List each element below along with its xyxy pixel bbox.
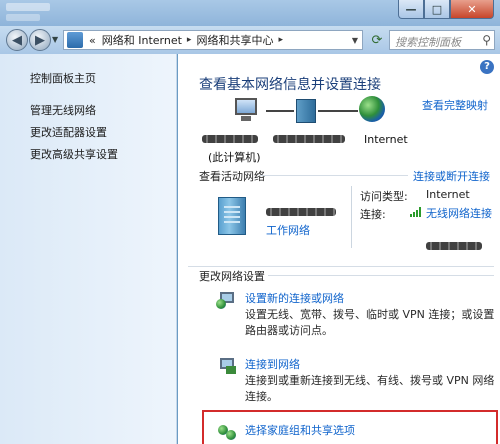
network-name-redacted [266,206,336,219]
address-dropdown-icon[interactable]: ▼ [352,36,358,45]
computer-name-redacted [202,133,258,146]
connection-line [318,110,358,112]
control-panel-icon [67,32,83,48]
back-button[interactable]: ◀ [6,29,28,51]
breadcrumb-separator-icon[interactable]: ▸ [187,35,192,45]
close-button[interactable]: ✕ [450,0,494,19]
vertical-divider [351,186,352,248]
help-icon[interactable]: ? [480,60,494,74]
wireless-connection-link[interactable]: 无线网络连接 [426,206,496,222]
sidebar-item-control-panel-home[interactable]: 控制面板主页 [30,70,96,86]
access-type-value: Internet [426,188,470,201]
breadcrumb-network-sharing-center[interactable]: 网络和共享中心 [196,32,273,48]
divider [260,175,408,176]
connect-network-desc: 连接到或重新连接到无线、有线、拨号或 VPN 网络连接。 [245,374,495,403]
maximize-button[interactable]: □ [424,0,450,19]
network-icon [296,99,316,123]
breadcrumb-network-internet[interactable]: 网络和 Internet [102,32,182,48]
access-type-label: 访问类型: [360,190,408,203]
sidebar-item-adapter-settings[interactable]: 更改适配器设置 [30,124,107,140]
main-content: ? 查看基本网络信息并设置连接 查看完整映射 (此计算机) Internet 查… [178,54,500,444]
network-map: (此计算机) Internet [178,94,500,164]
address-bar: ◀ ▶ ▼ « 网络和 Internet ▸ 网络和共享中心 ▸ ▼ ⟳ 搜索控… [0,26,500,54]
network-type-link[interactable]: 工作网络 [266,222,310,238]
address-box[interactable]: « 网络和 Internet ▸ 网络和共享中心 ▸ ▼ [63,30,363,50]
recent-pages-dropdown-icon[interactable]: ▼ [52,35,58,44]
setup-connection-desc: 设置无线、宽带、拨号、临时或 VPN 连接；或设置路由器或访问点。 [245,308,495,337]
sidebar-item-manage-wireless[interactable]: 管理无线网络 [30,102,96,118]
connection-line [266,110,294,112]
this-computer-label: (此计算机) [208,151,261,164]
network-location-icon[interactable] [218,197,246,235]
divider [188,266,494,267]
sidebar-item-advanced-sharing[interactable]: 更改高级共享设置 [30,146,118,162]
title-text-redacted [6,3,50,11]
connection-label: 连接: [360,208,386,221]
internet-label: Internet [364,133,408,146]
search-placeholder: 搜索控制面板 [395,36,461,49]
title-bar: — □ ✕ [0,0,500,26]
computer-icon [233,98,263,124]
divider [268,275,494,276]
internet-globe-icon [359,96,385,122]
page-title: 查看基本网络信息并设置连接 [199,77,381,93]
window-controls: — □ ✕ [398,0,494,19]
breadcrumb-separator-icon[interactable]: ▸ [278,35,283,45]
homegroup-sharing-link[interactable]: 选择家庭组和共享选项 [245,422,355,438]
active-network-panel: 工作网络 访问类型: Internet 连接: 无线网络连接 [178,182,500,262]
wireless-signal-icon [410,206,422,219]
connect-network-link[interactable]: 连接到网络 [245,356,300,372]
forward-button[interactable]: ▶ [29,29,51,51]
title-text-redacted-2 [6,14,40,21]
setup-connection-link[interactable]: 设置新的连接或网络 [245,290,344,306]
breadcrumb-overflow[interactable]: « [89,34,96,47]
sidebar: 控制面板主页 管理无线网络 更改适配器设置 更改高级共享设置 [0,54,177,444]
homegroup-icon [216,422,238,442]
refresh-icon[interactable]: ⟳ [368,30,386,50]
ssid-redacted [426,240,482,253]
minimize-button[interactable]: — [398,0,424,19]
connect-network-icon [216,356,238,376]
network-name-redacted [273,133,345,146]
change-settings-label: 更改网络设置 [199,270,265,283]
search-icon[interactable]: ⚲ [482,33,491,47]
search-input[interactable]: 搜索控制面板 ⚲ [389,30,495,50]
setup-connection-icon [216,290,238,310]
